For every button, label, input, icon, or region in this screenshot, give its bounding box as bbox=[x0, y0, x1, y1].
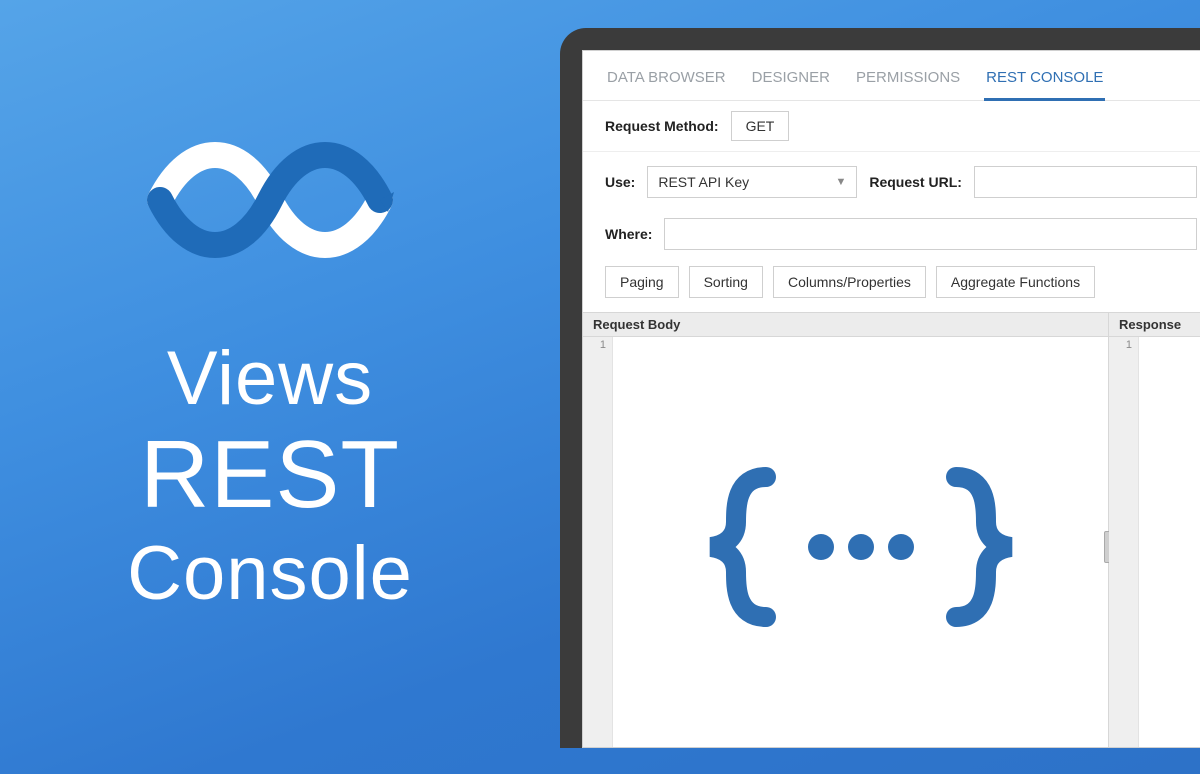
row-where: Where: bbox=[583, 208, 1200, 260]
panels: Request Body 1 bbox=[583, 312, 1200, 748]
request-body-area[interactable] bbox=[613, 337, 1108, 748]
tab-designer[interactable]: DESIGNER bbox=[750, 69, 832, 100]
json-braces-icon bbox=[613, 337, 1108, 748]
line-number: 1 bbox=[1109, 339, 1132, 351]
request-url-label: Request URL: bbox=[869, 174, 962, 190]
option-tabs: Paging Sorting Columns/Properties Aggreg… bbox=[583, 260, 1200, 312]
option-aggregate-functions[interactable]: Aggregate Functions bbox=[936, 266, 1095, 298]
row-request-method: Request Method: GET bbox=[583, 101, 1200, 151]
hero-title: Views REST Console bbox=[127, 335, 413, 619]
where-input[interactable] bbox=[664, 218, 1197, 250]
main-tabs: DATA BROWSER DESIGNER PERMISSIONS REST C… bbox=[583, 51, 1200, 101]
tab-permissions[interactable]: PERMISSIONS bbox=[854, 69, 962, 100]
use-select[interactable]: REST API Key ▼ bbox=[647, 166, 857, 198]
hero-line-1: Views bbox=[127, 335, 413, 422]
hero-line-3: Console bbox=[127, 528, 413, 619]
infinity-logo-icon bbox=[140, 130, 400, 275]
option-sorting[interactable]: Sorting bbox=[689, 266, 763, 298]
line-number: 1 bbox=[583, 339, 606, 351]
response-area[interactable] bbox=[1139, 337, 1200, 748]
response-panel: Response 1 bbox=[1109, 313, 1200, 748]
response-editor[interactable]: 1 bbox=[1109, 337, 1200, 748]
use-label: Use: bbox=[605, 174, 635, 190]
response-gutter: 1 bbox=[1109, 337, 1139, 748]
request-body-editor[interactable]: 1 bbox=[583, 337, 1108, 748]
option-columns-properties[interactable]: Columns/Properties bbox=[773, 266, 926, 298]
where-label: Where: bbox=[605, 226, 652, 242]
row-use-url: Use: REST API Key ▼ Request URL: bbox=[583, 151, 1200, 208]
request-method-button[interactable]: GET bbox=[731, 111, 790, 141]
request-body-header: Request Body bbox=[583, 313, 1108, 337]
tab-rest-console[interactable]: REST CONSOLE bbox=[984, 69, 1105, 101]
app-screen: DATA BROWSER DESIGNER PERMISSIONS REST C… bbox=[582, 50, 1200, 748]
hero-line-2: REST bbox=[127, 422, 413, 528]
use-select-value: REST API Key bbox=[658, 174, 749, 190]
tab-data-browser[interactable]: DATA BROWSER bbox=[605, 69, 728, 100]
request-body-gutter: 1 bbox=[583, 337, 613, 748]
request-method-label: Request Method: bbox=[605, 118, 719, 134]
option-paging[interactable]: Paging bbox=[605, 266, 679, 298]
chevron-down-icon: ▼ bbox=[835, 176, 846, 188]
request-url-input[interactable] bbox=[974, 166, 1197, 198]
request-body-panel: Request Body 1 bbox=[583, 313, 1109, 748]
device-frame: DATA BROWSER DESIGNER PERMISSIONS REST C… bbox=[560, 28, 1200, 748]
response-header: Response bbox=[1109, 313, 1200, 337]
